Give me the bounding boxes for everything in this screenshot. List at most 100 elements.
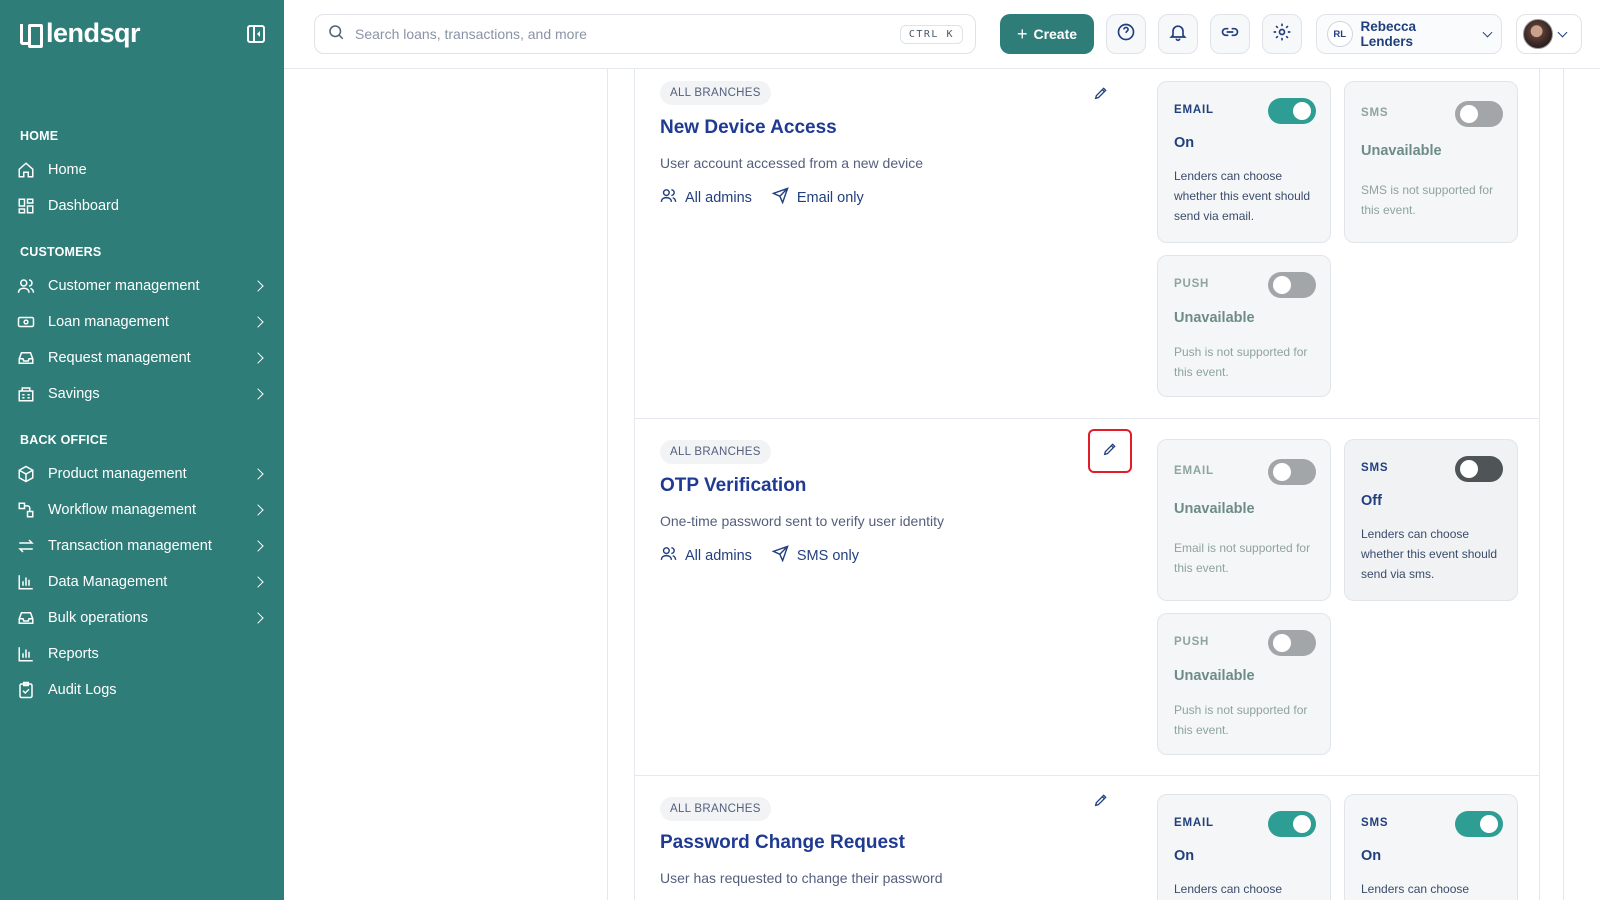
chevron-right-icon [252, 612, 264, 624]
user-menu[interactable]: RL Rebecca Lenders [1316, 14, 1502, 54]
content-divider [607, 69, 608, 900]
profile-menu[interactable] [1516, 14, 1582, 54]
sidebar-item-label: Home [48, 162, 87, 178]
shortcut-hint: CTRL K [899, 24, 963, 44]
help-icon [1116, 22, 1136, 47]
chevron-right-icon [252, 316, 264, 328]
sms-toggle[interactable] [1455, 101, 1503, 127]
logo-icon [18, 22, 43, 48]
email-toggle[interactable] [1268, 811, 1316, 837]
edit-button[interactable] [1079, 73, 1123, 117]
sidebar-item-reports[interactable]: Reports [16, 639, 268, 669]
sidebar-item-product-management[interactable]: Product management [16, 459, 268, 489]
sidebar-item-transaction-management[interactable]: Transaction management [16, 531, 268, 561]
channel-card-push: PUSH Unavailable Push is not supported f… [1157, 613, 1331, 755]
content-divider [1563, 69, 1564, 900]
email-toggle[interactable] [1268, 459, 1316, 485]
sidebar-item-label: Loan management [48, 314, 169, 330]
channel-note: Email is not supported for this event. [1174, 541, 1311, 575]
channel-name: EMAIL [1174, 465, 1214, 477]
event-meta: All admins SMS only [660, 545, 879, 566]
section-customers: CUSTOMERS [20, 245, 102, 259]
create-button[interactable]: + Create [1000, 14, 1094, 54]
link-icon [1220, 22, 1240, 47]
pencil-icon [1093, 85, 1109, 106]
push-toggle[interactable] [1268, 630, 1316, 656]
chevron-right-icon [252, 504, 264, 516]
channel-status: Unavailable [1361, 143, 1442, 159]
sidebar-item-dashboard[interactable]: Dashboard [16, 191, 268, 221]
sidebar-item-audit-logs[interactable]: Audit Logs [16, 675, 268, 705]
channel-card-sms: SMS Off Lenders can choose whether this … [1344, 439, 1518, 601]
channel-status: On [1174, 135, 1195, 151]
bar-chart-icon [16, 572, 36, 592]
sidebar-item-savings[interactable]: Savings [16, 379, 268, 409]
channel-note: Lenders can choose [1361, 882, 1470, 896]
top-bar: CTRL K + Create RL Rebecca Lenders [284, 0, 1600, 69]
event-card-new-device-access: ALL BRANCHES New Device Access User acco… [634, 69, 1540, 419]
channel-name: EMAIL [1174, 104, 1214, 116]
branch-badge: ALL BRANCHES [660, 797, 771, 821]
channel-note: Push is not supported for this event. [1174, 345, 1308, 379]
edit-button[interactable] [1088, 429, 1132, 473]
sidebar-item-label: Audit Logs [48, 682, 117, 698]
chevron-right-icon [252, 576, 264, 588]
channel-note: Lenders can choose whether this event sh… [1174, 169, 1311, 223]
sidebar-item-workflow-management[interactable]: Workflow management [16, 495, 268, 525]
channel-name: PUSH [1174, 636, 1210, 648]
gear-icon [1272, 22, 1292, 47]
sms-toggle[interactable] [1455, 456, 1503, 482]
sidebar-item-label: Workflow management [48, 502, 197, 518]
event-title: OTP Verification [660, 475, 807, 496]
sidebar-item-data-management[interactable]: Data Management [16, 567, 268, 597]
delivery-label: Email only [796, 189, 864, 206]
create-label: Create [1033, 26, 1078, 42]
brand-logo[interactable]: lendsqr [18, 18, 141, 49]
sms-toggle[interactable] [1455, 811, 1503, 837]
bar-chart-icon [16, 644, 36, 664]
sidebar-item-home[interactable]: Home [16, 155, 268, 185]
audience-label: All admins [685, 547, 752, 564]
event-description: User has requested to change their passw… [660, 870, 943, 886]
sidebar-item-label: Data Management [48, 574, 168, 590]
link-button[interactable] [1210, 14, 1250, 54]
channel-status: Unavailable [1174, 501, 1255, 517]
sidebar-item-label: Reports [48, 646, 99, 662]
bell-icon [1168, 22, 1188, 47]
event-title: Password Change Request [660, 832, 905, 853]
dashboard-icon [16, 196, 36, 216]
edit-button[interactable] [1079, 780, 1123, 824]
email-toggle[interactable] [1268, 98, 1316, 124]
branch-badge: ALL BRANCHES [660, 440, 771, 464]
search-input[interactable] [355, 26, 900, 42]
push-toggle[interactable] [1268, 272, 1316, 298]
search-bar[interactable]: CTRL K [314, 14, 976, 54]
chevron-down-icon [1557, 27, 1568, 37]
notifications-button[interactable] [1158, 14, 1198, 54]
help-button[interactable] [1106, 14, 1146, 54]
search-icon [327, 23, 345, 46]
section-home: HOME [20, 129, 59, 143]
inbox-icon [16, 608, 36, 628]
user-initials: RL [1327, 21, 1353, 47]
collapse-sidebar-icon[interactable] [247, 25, 265, 43]
channel-status: On [1174, 848, 1195, 864]
send-icon [771, 187, 789, 208]
channel-card-email: EMAIL Unavailable Email is not supported… [1157, 439, 1331, 601]
delivery-label: SMS only [796, 547, 859, 564]
clipboard-icon [16, 680, 36, 700]
sidebar-item-request-management[interactable]: Request management [16, 343, 268, 373]
sidebar-item-loan-management[interactable]: Loan management [16, 307, 268, 337]
sidebar-item-label: Customer management [48, 278, 200, 294]
sidebar-item-bulk-operations[interactable]: Bulk operations [16, 603, 268, 633]
channel-note: Lenders can choose [1174, 882, 1283, 896]
channel-note: SMS is not supported for this event. [1361, 183, 1494, 217]
pencil-icon [1102, 441, 1118, 462]
pencil-icon [1093, 792, 1109, 813]
sidebar-item-customer-management[interactable]: Customer management [16, 271, 268, 301]
chevron-down-icon [1482, 27, 1493, 37]
channel-status: On [1361, 848, 1382, 864]
branch-badge: ALL BRANCHES [660, 81, 771, 105]
channel-name: SMS [1361, 817, 1389, 829]
settings-button[interactable] [1262, 14, 1302, 54]
